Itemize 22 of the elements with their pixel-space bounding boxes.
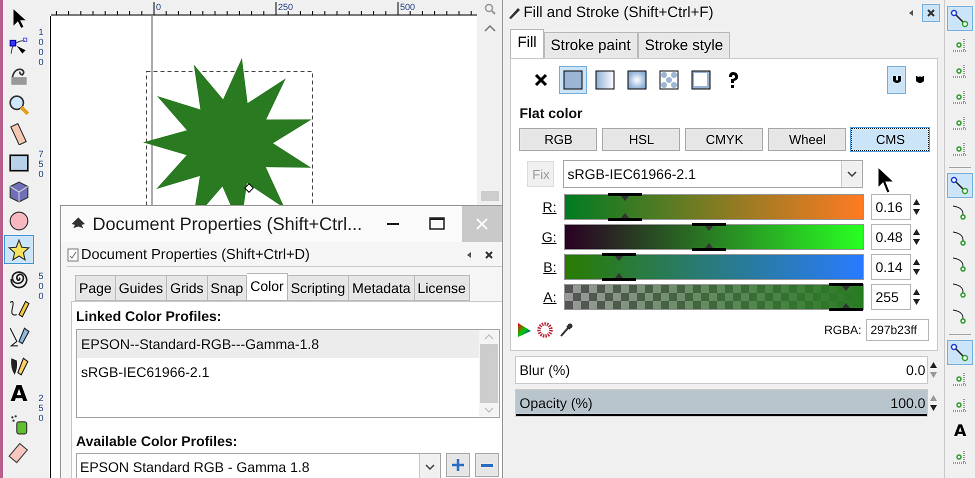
channel-label: B: [542, 259, 558, 275]
opacity-label: Opacity (%) [519, 395, 593, 411]
channel-label: R: [541, 199, 558, 215]
panel-title: Fill and Stroke (Shift+Ctrl+F) [523, 4, 715, 21]
panel-title: Document Properties (Shift+Ctrl+D) [81, 247, 310, 263]
section-heading: Available Color Profiles: [76, 433, 238, 449]
blur-value: 0.0 [906, 362, 926, 378]
opacity-value: 100.0 [890, 395, 926, 411]
ruler-label: 250 [38, 394, 44, 424]
ruler-label: 500 [38, 272, 44, 302]
ruler-label: 1000 [38, 28, 44, 68]
ruler-label: 250 [278, 2, 294, 12]
rgba-label: RGBA: [824, 323, 862, 337]
ruler-label: 750 [38, 150, 44, 180]
channel-label: G: [540, 229, 558, 245]
ruler-label: 0 [156, 2, 162, 12]
section-heading: Flat color [519, 105, 584, 121]
window-title: Document Properties (Shift+Ctrl... [92, 214, 362, 234]
blur-label: Blur (%) [519, 362, 570, 378]
ruler-label: 500 [400, 2, 416, 12]
channel-label: A: [542, 289, 558, 305]
section-heading: Linked Color Profiles: [76, 308, 222, 324]
